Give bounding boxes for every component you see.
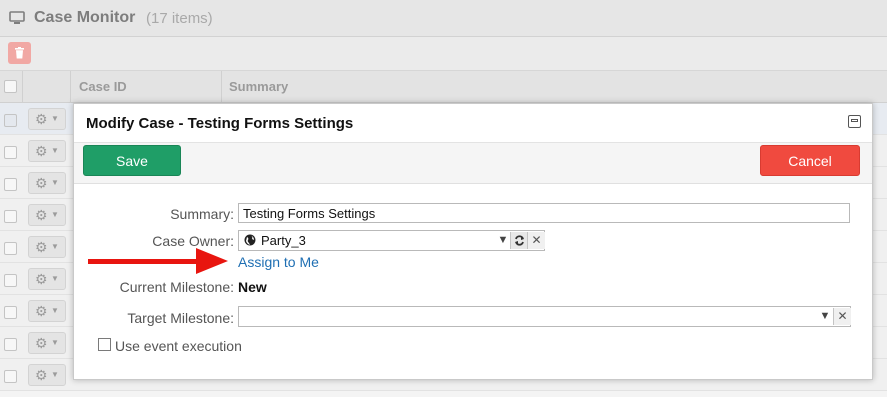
chevron-down-icon[interactable]: ▼: [495, 233, 511, 248]
row-actions-menu[interactable]: ⚙ ▼: [28, 268, 66, 290]
row-checkbox[interactable]: [4, 114, 17, 127]
globe-icon: [244, 234, 256, 246]
refresh-button[interactable]: [510, 232, 527, 249]
current-milestone-label: Current Milestone:: [119, 279, 234, 295]
target-milestone-label: Target Milestone:: [127, 310, 234, 326]
row-checkbox[interactable]: [4, 146, 17, 159]
annotation-arrow: [88, 248, 228, 274]
column-divider: [221, 71, 222, 102]
chevron-down-icon: ▼: [51, 306, 59, 315]
chevron-down-icon: ▼: [51, 370, 59, 379]
page-item-count: (17 items): [146, 10, 213, 27]
row-checkbox[interactable]: [4, 370, 17, 383]
chevron-down-icon: ▼: [51, 338, 59, 347]
use-event-execution-checkbox[interactable]: [98, 338, 111, 351]
select-all-checkbox[interactable]: [4, 80, 17, 93]
row-actions-menu[interactable]: ⚙ ▼: [28, 172, 66, 194]
gear-icon: ⚙: [35, 271, 48, 287]
use-event-execution-label: Use event execution: [115, 338, 242, 354]
current-milestone-value: New: [238, 279, 267, 295]
cancel-button[interactable]: Cancel: [760, 145, 860, 176]
row-actions-menu[interactable]: ⚙ ▼: [28, 332, 66, 354]
dialog-action-bar: [74, 143, 872, 184]
gear-icon: ⚙: [35, 335, 48, 351]
maximize-icon[interactable]: [848, 115, 861, 128]
dialog-title: Modify Case - Testing Forms Settings: [86, 115, 354, 132]
chevron-down-icon: ▼: [51, 210, 59, 219]
row-checkbox[interactable]: [4, 338, 17, 351]
summary-label: Summary:: [170, 206, 234, 222]
chevron-down-icon: ▼: [51, 242, 59, 251]
page-toolbar: [0, 37, 887, 71]
modify-case-dialog: Modify Case - Testing Forms Settings Sav…: [73, 103, 873, 380]
row-actions-menu[interactable]: ⚙ ▼: [28, 300, 66, 322]
row-actions-menu[interactable]: ⚙ ▼: [28, 140, 66, 162]
column-divider: [70, 71, 71, 102]
chevron-down-icon: ▼: [51, 114, 59, 123]
row-checkbox[interactable]: [4, 274, 17, 287]
row-actions-menu[interactable]: ⚙ ▼: [28, 364, 66, 386]
row-checkbox[interactable]: [4, 306, 17, 319]
clear-target-button[interactable]: ✕: [833, 308, 851, 325]
target-milestone-select[interactable]: ▼ ✕: [238, 306, 851, 327]
page-title: Case Monitor: [34, 9, 136, 26]
chevron-down-icon[interactable]: ▼: [818, 309, 832, 324]
trash-icon: [15, 47, 24, 59]
row-checkbox[interactable]: [4, 210, 17, 223]
table-header: [0, 71, 887, 103]
gear-icon: ⚙: [35, 239, 48, 255]
delete-button[interactable]: [8, 42, 31, 64]
assign-to-me-link[interactable]: Assign to Me: [238, 254, 319, 270]
gear-icon: ⚙: [35, 367, 48, 383]
save-button[interactable]: Save: [83, 145, 181, 176]
chevron-down-icon: ▼: [51, 274, 59, 283]
monitor-icon: [9, 11, 25, 24]
chevron-down-icon: ▼: [51, 146, 59, 155]
case-owner-select[interactable]: Party_3 ▼ ✕: [238, 230, 545, 251]
row-actions-menu[interactable]: ⚙ ▼: [28, 236, 66, 258]
row-checkbox[interactable]: [4, 242, 17, 255]
summary-input[interactable]: [238, 203, 850, 223]
row-actions-menu[interactable]: ⚙ ▼: [28, 204, 66, 226]
gear-icon: ⚙: [35, 207, 48, 223]
refresh-icon: [514, 235, 524, 246]
chevron-down-icon: ▼: [51, 178, 59, 187]
gear-icon: ⚙: [35, 175, 48, 191]
row-checkbox[interactable]: [4, 178, 17, 191]
row-actions-menu[interactable]: ⚙ ▼: [28, 108, 66, 130]
column-header-case-id[interactable]: Case ID: [79, 79, 127, 94]
gear-icon: ⚙: [35, 303, 48, 319]
gear-icon: ⚙: [35, 111, 48, 127]
case-owner-value: Party_3: [261, 233, 306, 248]
dialog-header: Modify Case - Testing Forms Settings: [74, 104, 872, 143]
gear-icon: ⚙: [35, 143, 48, 159]
clear-owner-button[interactable]: ✕: [527, 232, 545, 249]
column-divider: [22, 71, 23, 102]
column-header-summary[interactable]: Summary: [229, 79, 288, 94]
